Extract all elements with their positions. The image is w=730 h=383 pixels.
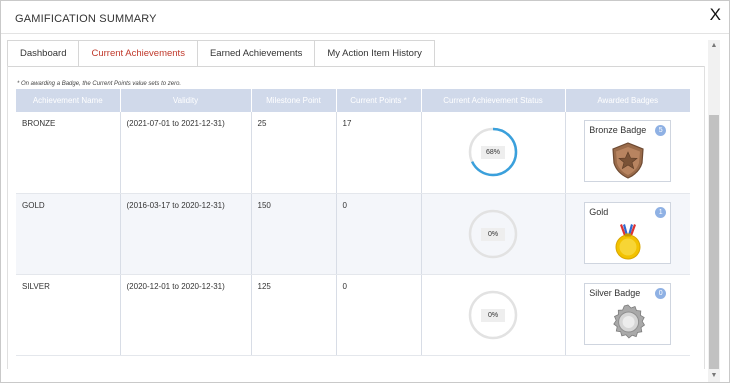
gold-medal-icon [615, 223, 641, 259]
milestone-point: 125 [251, 274, 337, 356]
dialog-title: GAMIFICATION SUMMARY [15, 13, 157, 25]
badge-count: 1 [655, 206, 667, 218]
badge-card[interactable]: Bronze Badge 5 [584, 120, 672, 182]
scrollbar-thumb[interactable] [709, 115, 719, 369]
badge-count: 5 [655, 125, 667, 136]
close-icon[interactable]: X [710, 5, 721, 25]
column-header[interactable]: Awarded Badges [565, 89, 690, 112]
column-header[interactable]: Current Achievement Status [421, 89, 566, 112]
scroll-up-arrow-icon[interactable]: ▲ [708, 40, 720, 52]
achievement-status: 0% [421, 274, 566, 356]
table-row: BRONZE (2021-07-01 to 2021-12-31) 25 17 … [16, 112, 690, 194]
silver-seal-icon [613, 304, 646, 339]
validity: (2021-07-01 to 2021-12-31) [120, 112, 252, 194]
points-note: * On awarding a Badge, the Current Point… [17, 81, 182, 87]
achievement-status: 68% [421, 112, 566, 194]
achievement-name: GOLD [16, 193, 121, 275]
tab-earned-achievements[interactable]: Earned Achievements [197, 40, 316, 67]
column-header[interactable]: Milestone Point [251, 89, 337, 112]
badge-card[interactable]: Gold 1 [584, 201, 672, 264]
column-header[interactable]: Current Points * [336, 89, 422, 112]
progress-percent: 0% [481, 308, 505, 322]
bronze-star-shield-icon [612, 142, 644, 179]
achievement-status: 0% [421, 193, 566, 275]
validity: (2020-12-01 to 2020-12-31) [120, 274, 252, 356]
progress-ring: 0% [467, 289, 519, 341]
milestone-point: 25 [251, 112, 337, 194]
current-points: 0 [336, 193, 422, 275]
gamification-dialog: GAMIFICATION SUMMARY X Dashboard Current… [0, 0, 730, 383]
awarded-badge-cell: Silver Badge 0 [565, 274, 690, 356]
scroll-down-arrow-icon[interactable]: ▼ [708, 370, 720, 382]
badge-card[interactable]: Silver Badge 0 [584, 282, 672, 345]
column-header[interactable]: Validity [120, 89, 252, 112]
badge-name: Bronze Badge [589, 125, 647, 135]
table-row: SILVER (2020-12-01 to 2020-12-31) 125 0 … [16, 274, 690, 356]
badge-name: Gold [589, 206, 609, 217]
current-points: 17 [336, 112, 422, 194]
tab-action-item-history[interactable]: My Action Item History [315, 40, 435, 67]
progress-percent: 68% [481, 146, 505, 160]
achievement-name: BRONZE [16, 112, 121, 194]
milestone-point: 150 [251, 193, 337, 275]
tab-current-achievements[interactable]: Current Achievements [79, 40, 198, 67]
tab-bar: Dashboard Current Achievements Earned Ac… [7, 40, 435, 67]
tab-dashboard[interactable]: Dashboard [7, 40, 80, 67]
badge-name: Silver Badge [589, 287, 641, 298]
table-header-row: Achievement Name Validity Milestone Poin… [16, 89, 690, 112]
table-row: GOLD (2016-03-17 to 2020-12-31) 150 0 0% [16, 193, 690, 275]
validity: (2016-03-17 to 2020-12-31) [120, 193, 252, 275]
vertical-scrollbar[interactable]: ▲ ▼ [708, 40, 720, 382]
progress-ring: 68% [467, 126, 519, 178]
title-divider [1, 33, 729, 34]
awarded-badge-cell: Gold 1 [565, 193, 690, 275]
current-points: 0 [336, 274, 422, 356]
achievements-table: Achievement Name Validity Milestone Poin… [16, 89, 690, 356]
achievement-name: SILVER [16, 274, 121, 356]
progress-percent: 0% [481, 227, 505, 241]
column-header[interactable]: Achievement Name [16, 89, 121, 112]
badge-count: 0 [655, 287, 667, 299]
progress-ring: 0% [467, 208, 519, 260]
awarded-badge-cell: Bronze Badge 5 [565, 112, 690, 194]
